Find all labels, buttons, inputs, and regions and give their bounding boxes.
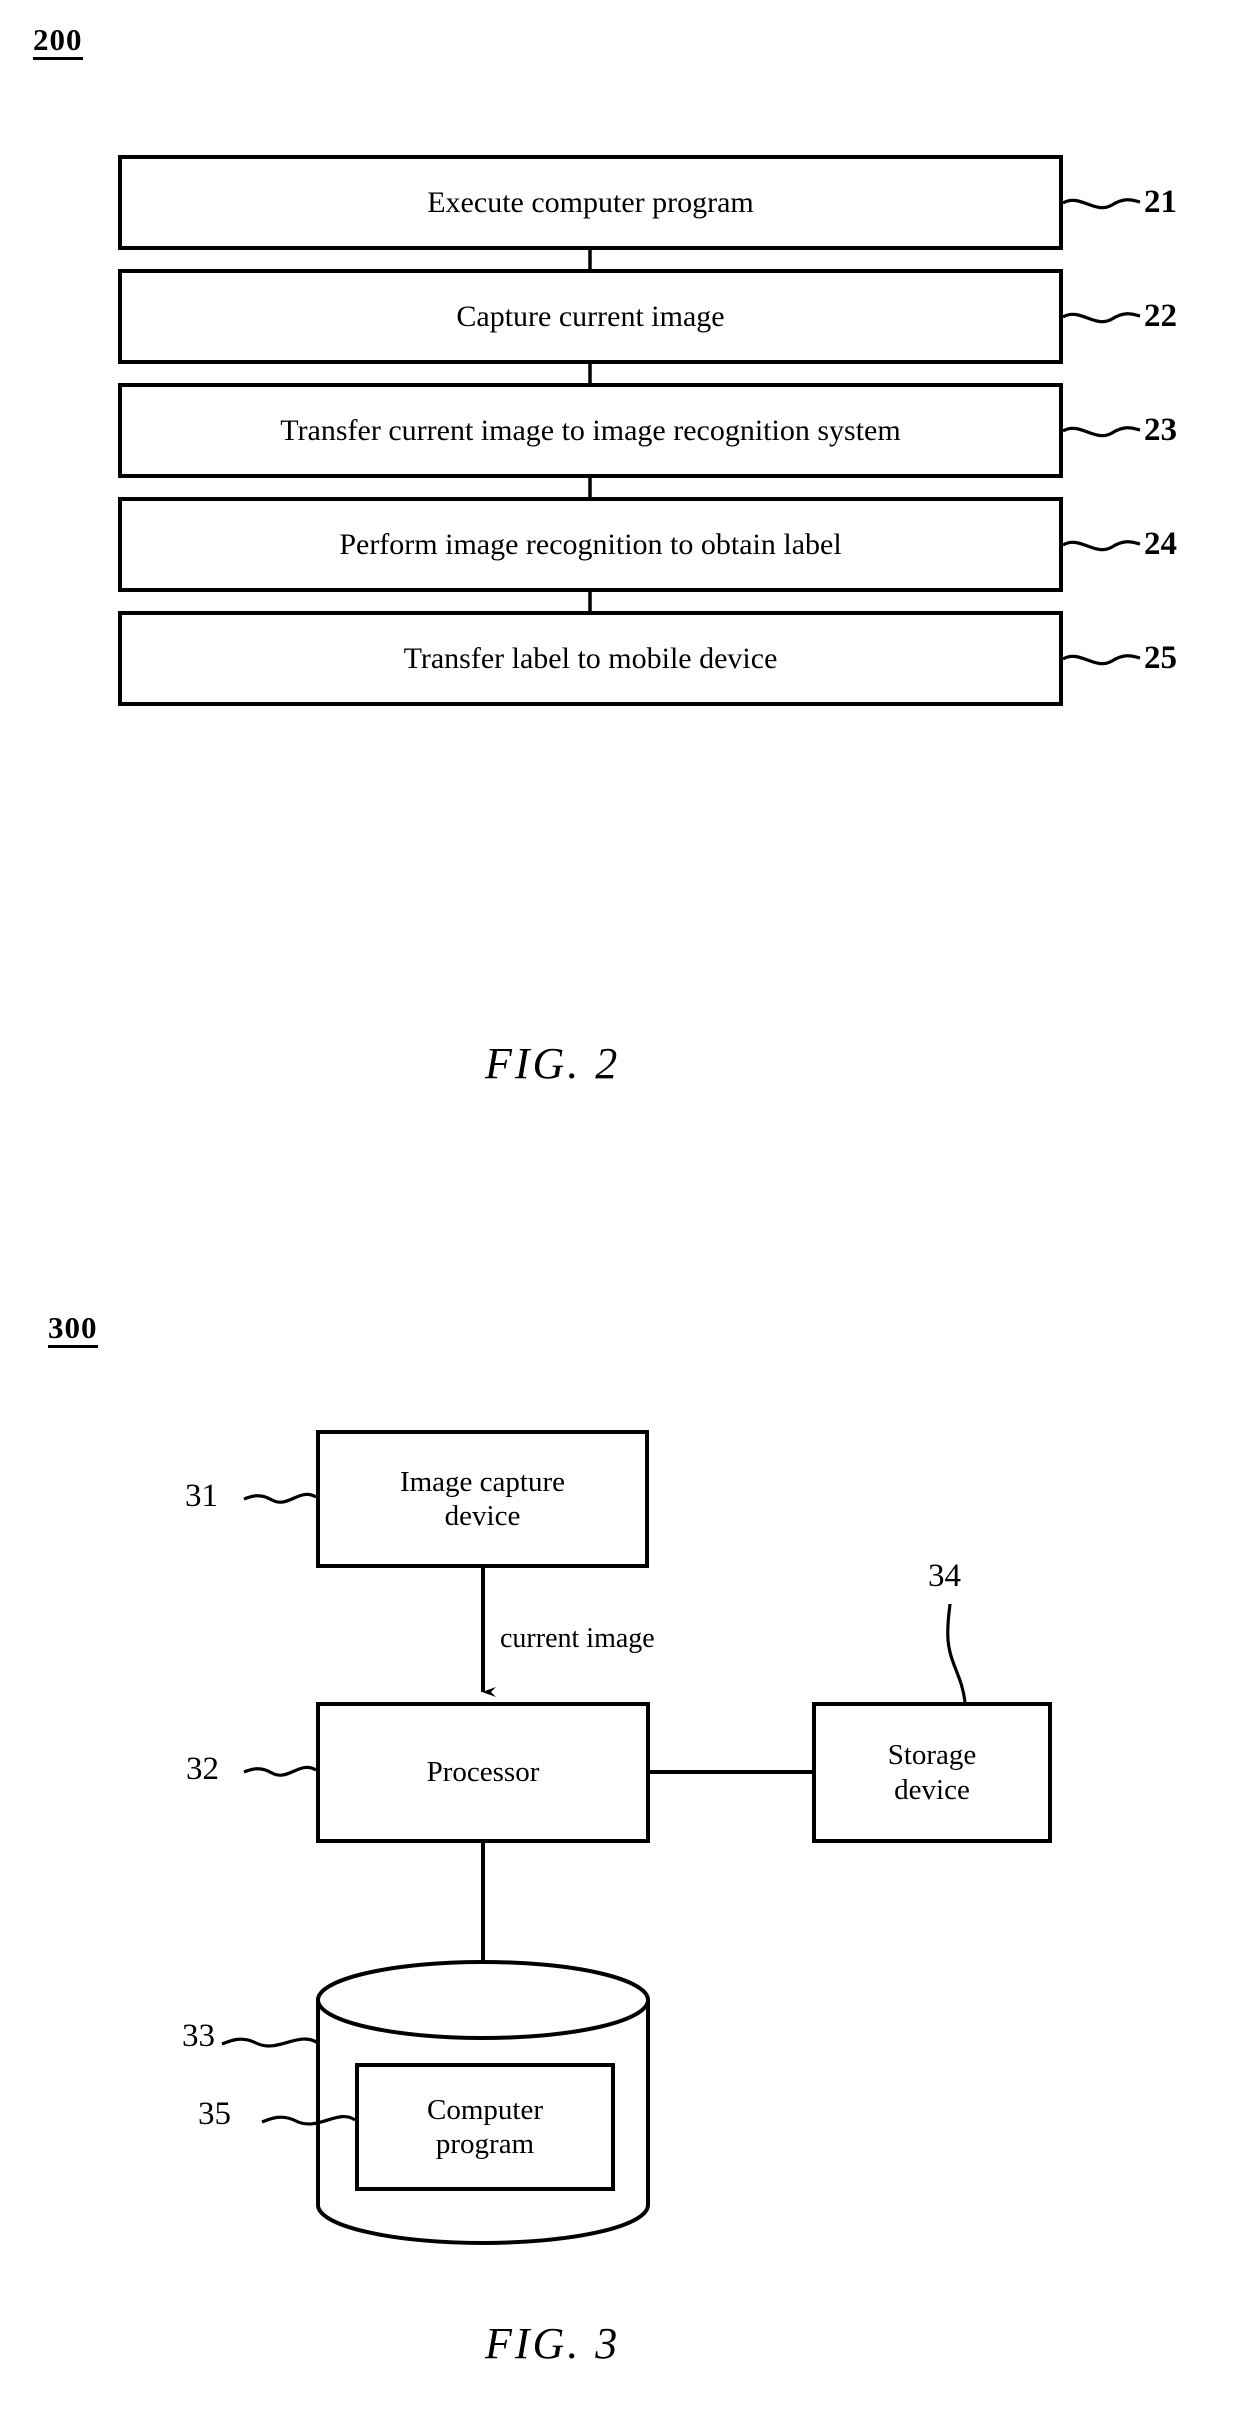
flow-step-label-24: Perform image recognition to obtain labe… <box>339 528 842 561</box>
block-label-computer-program: Computer program <box>427 2093 543 2161</box>
flow-step-ref-25: 25 <box>1144 640 1177 676</box>
block-label-line2: device <box>444 1500 521 1532</box>
flow-step-label-21: Execute computer program <box>427 186 754 219</box>
block-label-storage-device: Storage device <box>888 1738 977 1806</box>
leader-lines-fig2 <box>1062 198 1141 666</box>
flow-step-box-21: Execute computer program <box>118 155 1063 250</box>
block-ref-32: 32 <box>186 1751 219 1787</box>
flow-step-label-22: Capture current image <box>456 300 725 333</box>
block-image-capture-device: Image capture device <box>316 1430 649 1568</box>
block-label-line1: Computer <box>427 2093 543 2126</box>
block-storage-device: Storage device <box>812 1702 1052 1843</box>
flow-step-ref-21: 21 <box>1144 184 1177 220</box>
block-ref-35: 35 <box>198 2096 231 2132</box>
block-label-image-capture-device: Image capture device <box>400 1465 565 1533</box>
flow-step-ref-23: 23 <box>1144 412 1177 448</box>
figure-caption-fig3: FIG. 3 <box>485 2319 621 2368</box>
block-ref-33: 33 <box>182 2018 215 2054</box>
flow-step-label-23: Transfer current image to image recognit… <box>280 414 901 447</box>
figure-caption-fig2: FIG. 2 <box>485 1039 621 1088</box>
block-computer-program: Computer program <box>355 2063 615 2191</box>
edge-label-current-image: current image <box>500 1623 655 1654</box>
flow-step-label-25: Transfer label to mobile device <box>403 642 778 675</box>
block-ref-31: 31 <box>185 1478 218 1514</box>
flow-step-box-25: Transfer label to mobile device <box>118 611 1063 706</box>
figure-ref-200: 200 <box>33 24 83 60</box>
flow-step-box-22: Capture current image <box>118 269 1063 364</box>
block-label-line1: Storage <box>887 1739 977 1772</box>
block-label-processor: Processor <box>426 1756 540 1789</box>
block-label-line2: device <box>894 1773 970 1806</box>
patent-drawing-sheet: 200 Execute computer program 21 Capture … <box>0 0 1240 2419</box>
flow-step-box-24: Perform image recognition to obtain labe… <box>118 497 1063 592</box>
flow-step-ref-24: 24 <box>1144 526 1177 562</box>
block-ref-34: 34 <box>928 1558 961 1594</box>
block-processor: Processor <box>316 1702 650 1843</box>
figure-ref-300: 300 <box>48 1312 98 1348</box>
block-label-line2: program <box>435 2128 535 2160</box>
flow-step-ref-22: 22 <box>1144 298 1177 334</box>
block-label-line1: Image capture <box>399 1465 566 1498</box>
flow-step-box-23: Transfer current image to image recognit… <box>118 383 1063 478</box>
